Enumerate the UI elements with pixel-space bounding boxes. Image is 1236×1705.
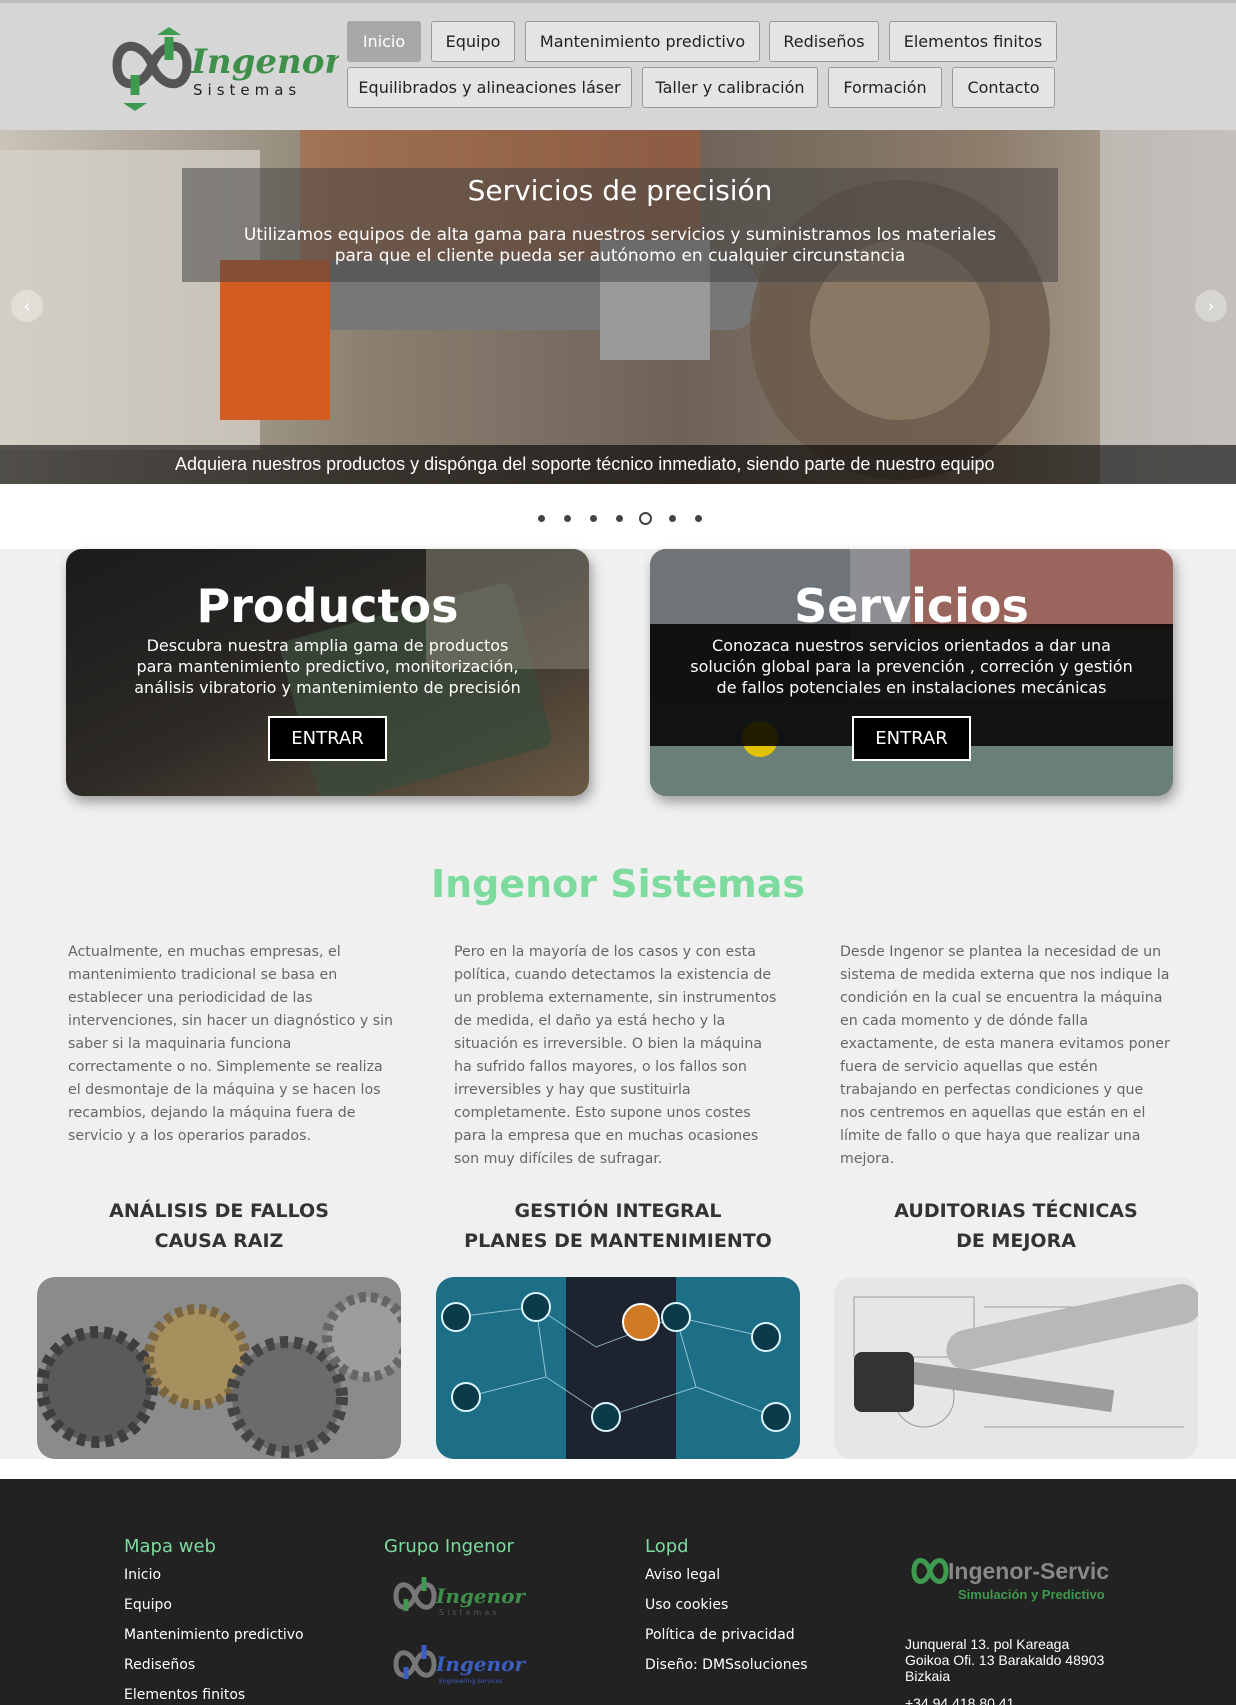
carousel-dot-4[interactable] xyxy=(616,515,623,522)
footer-phone[interactable]: +34 94 418 80 41 xyxy=(905,1695,1014,1705)
footer-link-inicio[interactable]: Inicio xyxy=(124,1567,161,1583)
hero-text: Utilizamos equipos de alta gama para nue… xyxy=(243,225,997,266)
nav-contacto[interactable]: Contacto xyxy=(952,67,1055,108)
carousel-prev-arrow-icon[interactable]: ‹ xyxy=(11,290,43,322)
about-column-1: Actualmente, en muchas empresas, el mant… xyxy=(68,944,394,1144)
svg-text:Ingenor-Services: Ingenor-Services xyxy=(948,1558,1110,1584)
productos-entrar-button[interactable]: ENTRAR xyxy=(268,716,387,761)
svg-text:Ingenor: Ingenor xyxy=(435,1652,526,1676)
footer-link-mantenimiento[interactable]: Mantenimiento predictivo xyxy=(124,1627,304,1643)
ingenor-sistemas-logo-icon[interactable]: Ingenor Sistemas xyxy=(392,1571,527,1621)
digital-network-image[interactable] xyxy=(436,1277,800,1459)
carousel-dot-1[interactable] xyxy=(538,515,545,522)
productos-card: Productos Descubra nuestra amplia gama d… xyxy=(66,549,589,796)
footer-link-aviso-legal[interactable]: Aviso legal xyxy=(645,1567,720,1583)
ingenor-logo-icon: Ingenor Sistemas xyxy=(112,27,344,111)
footer-link-uso-cookies[interactable]: Uso cookies xyxy=(645,1597,728,1613)
svg-text:Engineering Services: Engineering Services xyxy=(439,1678,502,1685)
svg-text:Simulación y Predictivo: Simulación y Predictivo xyxy=(958,1587,1105,1602)
about-title: Ingenor Sistemas xyxy=(430,862,806,906)
hero-bottom-caption: Adquiera nuestros productos y dispónga d… xyxy=(0,445,1236,484)
hero-carousel[interactable]: Servicios de precisión Utilizamos equipo… xyxy=(0,130,1236,484)
caliper-blueprint-image[interactable] xyxy=(834,1277,1198,1459)
carousel-next-arrow-icon[interactable]: › xyxy=(1195,290,1227,322)
site-footer: Mapa web Inicio Equipo Mantenimiento pre… xyxy=(0,1479,1236,1705)
nav-inicio[interactable]: Inicio xyxy=(347,21,421,62)
carousel-dot-7[interactable] xyxy=(695,515,702,522)
svg-text:Ingenor: Ingenor xyxy=(190,42,339,82)
carousel-dot-6[interactable] xyxy=(669,515,676,522)
footer-grupo-title: Grupo Ingenor xyxy=(384,1536,514,1557)
footer-link-elementos-finitos[interactable]: Elementos finitos xyxy=(124,1687,245,1703)
footer-link-privacidad[interactable]: Política de privacidad xyxy=(645,1627,795,1643)
servicios-text: Conozaca nuestros servicios orientados a… xyxy=(690,636,1133,697)
hero-caption-box: Servicios de precisión Utilizamos equipo… xyxy=(182,168,1058,282)
svg-text:Ingenor: Ingenor xyxy=(435,1584,526,1608)
servicios-card: Servicios Conozaca nuestros servicios or… xyxy=(650,549,1173,796)
footer-address-line1: Junqueral 13. pol Kareaga xyxy=(905,1636,1070,1652)
carousel-dot-2[interactable] xyxy=(564,515,571,522)
ingenor-engineering-logo-icon[interactable]: Ingenor Engineering Services xyxy=(392,1639,527,1689)
footer-mapa-title: Mapa web xyxy=(124,1536,216,1557)
productos-title: Productos xyxy=(196,579,459,633)
footer-address-line3: Bizkaia xyxy=(905,1668,951,1684)
service-title-gestion: GESTIÓN INTEGRAL PLANES DE MANTENIMIENTO xyxy=(464,1200,772,1252)
nav-redisenos[interactable]: Rediseños xyxy=(769,21,879,62)
hero-title: Servicios de precisión xyxy=(467,174,773,207)
carousel-dot-3[interactable] xyxy=(590,515,597,522)
gears-image[interactable] xyxy=(37,1277,401,1459)
footer-link-diseno[interactable]: Diseño: DMSsoluciones xyxy=(645,1657,807,1673)
site-header: Ingenor Sistemas Inicio Equipo Mantenimi… xyxy=(0,0,1236,130)
service-title-analisis: ANÁLISIS DE FALLOS CAUSA RAIZ xyxy=(109,1200,329,1252)
nav-equipo[interactable]: Equipo xyxy=(431,21,515,62)
section-divider xyxy=(0,1459,1236,1479)
servicios-title: Servicios xyxy=(794,579,1029,633)
footer-lopd-title: Lopd xyxy=(645,1536,689,1557)
about-column-2: Pero en la mayoría de los casos y con es… xyxy=(454,944,777,1167)
footer-address-line2: Goikoa Ofi. 13 Barakaldo 48903 xyxy=(905,1652,1105,1668)
footer-link-equipo[interactable]: Equipo xyxy=(124,1597,172,1613)
svg-text:Sistemas: Sistemas xyxy=(193,81,301,99)
nav-mantenimiento-predictivo[interactable]: Mantenimiento predictivo xyxy=(525,21,760,62)
nav-formacion[interactable]: Formación xyxy=(828,67,942,108)
nav-taller-calibracion[interactable]: Taller y calibración xyxy=(642,67,818,108)
about-column-3: Desde Ingenor se plantea la necesidad de… xyxy=(840,944,1170,1167)
footer-link-redisenos[interactable]: Rediseños xyxy=(124,1657,195,1673)
servicios-entrar-button[interactable]: ENTRAR xyxy=(852,716,971,761)
carousel-indicators xyxy=(0,484,1236,549)
service-title-auditorias: AUDITORIAS TÉCNICAS DE MEJORA xyxy=(894,1200,1138,1252)
productos-text: Descubra nuestra amplia gama de producto… xyxy=(134,636,521,697)
nav-elementos-finitos[interactable]: Elementos finitos xyxy=(889,21,1057,62)
nav-equilibrados[interactable]: Equilibrados y alineaciones láser xyxy=(347,67,632,108)
ingenor-logo[interactable]: Ingenor Sistemas xyxy=(107,25,344,111)
svg-text:Sistemas: Sistemas xyxy=(439,1608,499,1617)
carousel-dot-5[interactable] xyxy=(639,512,652,525)
ingenor-services-logo-icon[interactable]: Ingenor-Services Simulación y Predictivo xyxy=(910,1549,1110,1607)
